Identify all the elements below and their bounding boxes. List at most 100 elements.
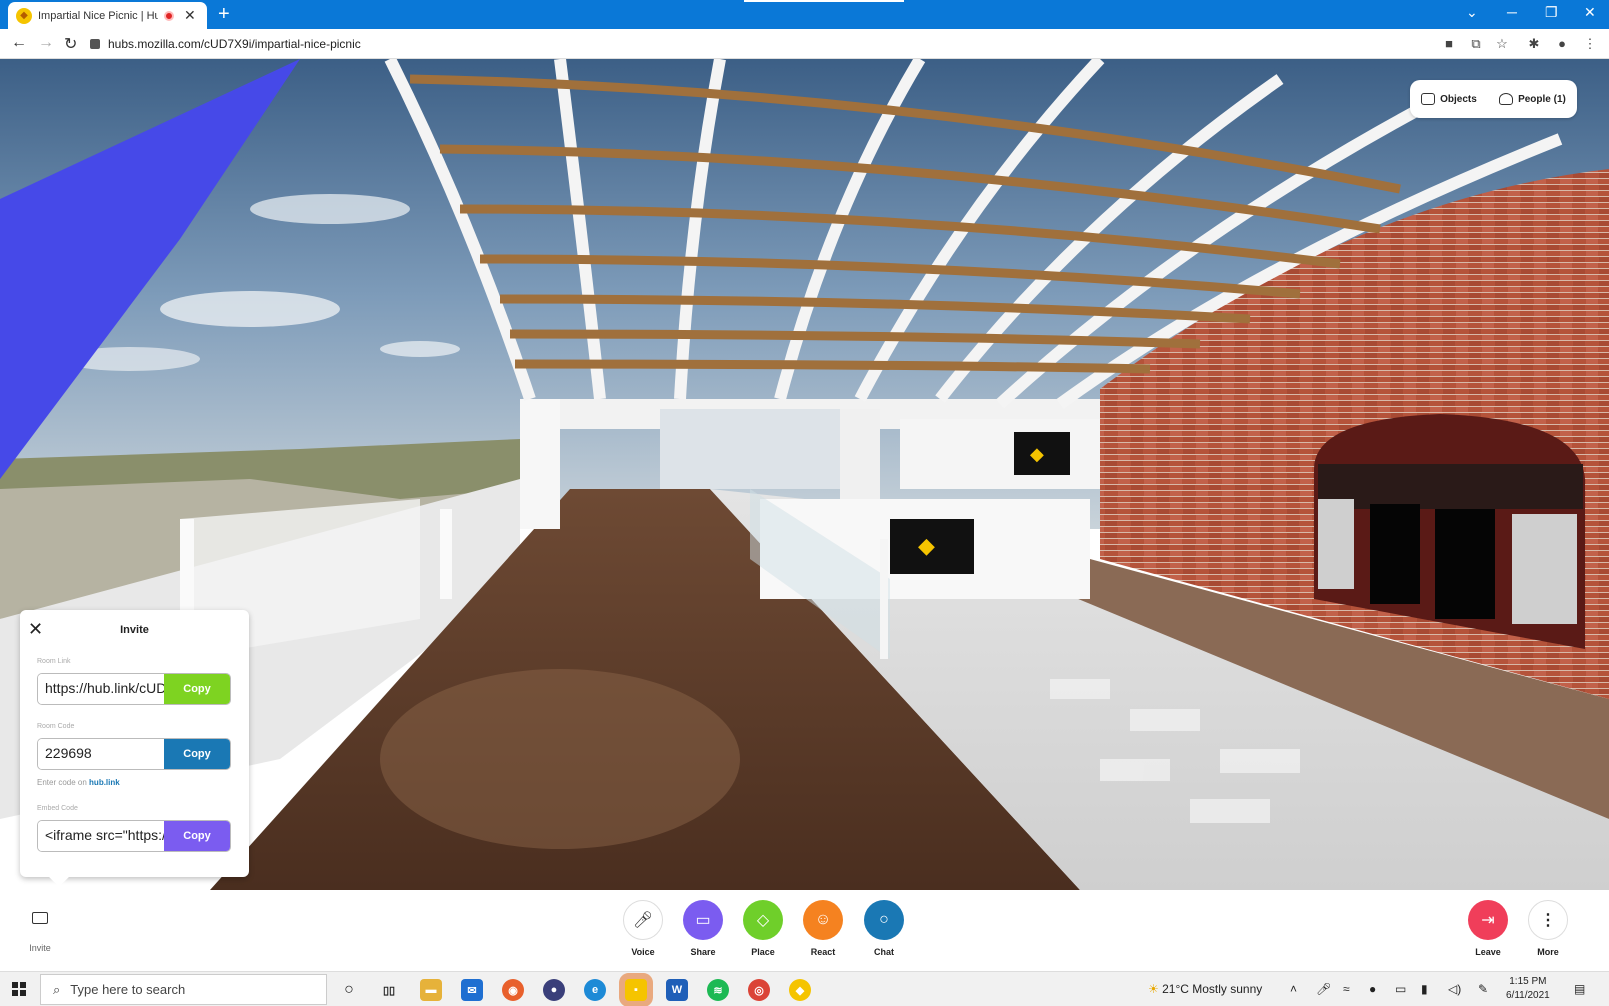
- taskbar-search[interactable]: ⌕ Type here to search: [40, 974, 327, 1005]
- taskbar-search-text[interactable]: Type here to search: [70, 982, 185, 997]
- svg-text:◆: ◆: [918, 533, 935, 558]
- room-code-input[interactable]: 229698: [38, 739, 164, 769]
- mail-icon[interactable]: ✉: [461, 979, 483, 1001]
- react-button[interactable]: ☺ React: [793, 900, 853, 957]
- tray-microphone-icon[interactable]: 🎤︎: [1316, 982, 1331, 996]
- envelope-icon: [32, 912, 48, 924]
- new-tab-button[interactable]: +: [218, 4, 230, 24]
- app-icon[interactable]: ●: [543, 979, 565, 1001]
- room-code-field: 229698 Copy: [37, 738, 231, 770]
- leave-button[interactable]: ⇥ Leave: [1458, 900, 1518, 957]
- windows-taskbar: ⌕ Type here to search ○ ▯▯ ▬ ✉ ◉ ● e ▪ W…: [0, 971, 1609, 1006]
- microphone-icon: 🎤︎: [623, 900, 663, 940]
- camera-icon[interactable]: ■: [1441, 36, 1457, 52]
- edge-icon[interactable]: e: [584, 979, 606, 1001]
- room-link-label: Room Link: [37, 658, 71, 665]
- task-view-icon[interactable]: ▯▯: [378, 979, 400, 1001]
- copy-room-code-button[interactable]: Copy: [164, 739, 230, 769]
- voice-button[interactable]: 🎤︎ Voice: [613, 900, 673, 957]
- firefox-icon[interactable]: ◉: [502, 979, 524, 1001]
- share-screen-icon: ▭: [683, 900, 723, 940]
- tray-volume-icon[interactable]: ◁): [1448, 982, 1461, 996]
- word-icon[interactable]: W: [666, 979, 688, 1001]
- room-link-field: https://hub.link/cUD7X9i Copy: [37, 673, 231, 705]
- hubs-app-icon[interactable]: ◆: [789, 979, 811, 1001]
- more-dots-icon: ⋮: [1528, 900, 1568, 940]
- objects-people-panel: Objects People (1): [1410, 80, 1577, 118]
- back-arrow-icon[interactable]: ←: [11, 34, 27, 52]
- room-code-hint: Enter code on hub.link: [37, 778, 120, 787]
- extensions-puzzle-icon[interactable]: ✱: [1526, 36, 1542, 52]
- tray-chevron-icon[interactable]: ˄: [1290, 982, 1297, 996]
- smiley-icon: ☺: [803, 900, 843, 940]
- tray-app-icon[interactable]: ●: [1369, 982, 1376, 996]
- place-label: Place: [751, 947, 775, 957]
- objects-icon: [1421, 93, 1436, 105]
- browser-tab[interactable]: ◆ Impartial Nice Picnic | Hubs ✕: [8, 2, 207, 29]
- tab-close-icon[interactable]: ✕: [184, 7, 196, 24]
- react-label: React: [810, 947, 836, 957]
- browser-tab-strip: ◆ Impartial Nice Picnic | Hubs ✕ + ⌄ ─ ❐…: [0, 0, 1609, 29]
- forward-arrow-icon[interactable]: →: [38, 34, 54, 52]
- weather-widget[interactable]: ☀ 21°C Mostly sunny: [1148, 982, 1262, 996]
- chat-button[interactable]: ○ Chat: [854, 900, 914, 957]
- weather-sun-icon: ☀: [1148, 982, 1159, 996]
- restore-button[interactable]: ❐: [1545, 4, 1558, 21]
- objects-label: Objects: [1440, 93, 1477, 105]
- copy-room-link-button[interactable]: Copy: [164, 674, 230, 704]
- share-button[interactable]: ▭ Share: [673, 900, 733, 957]
- people-button[interactable]: People (1): [1499, 93, 1566, 105]
- cube-icon: ◇: [743, 900, 783, 940]
- search-icon: ⌕: [53, 981, 61, 997]
- reload-icon[interactable]: ↻: [64, 34, 77, 54]
- chrome-icon[interactable]: ◎: [748, 979, 770, 1001]
- profile-avatar-icon[interactable]: ●: [1554, 36, 1570, 52]
- share-label: Share: [690, 947, 716, 957]
- recording-indicator-icon: [164, 10, 174, 21]
- voice-label: Voice: [631, 947, 655, 957]
- invite-panel: ✕ Invite Room Link https://hub.link/cUD7…: [20, 610, 249, 887]
- sticky-notes-icon[interactable]: ▪: [625, 979, 647, 1001]
- invite-button-label: Invite: [29, 943, 51, 953]
- embed-code-input[interactable]: <iframe src="https://hubs.mozilla.com: [38, 821, 164, 851]
- address-bar: ← → ↻ hubs.mozilla.com/cUD7X9i/impartial…: [0, 29, 1609, 59]
- url-text[interactable]: hubs.mozilla.com/cUD7X9i/impartial-nice-…: [108, 37, 361, 51]
- invite-title: Invite: [120, 624, 149, 636]
- invite-button[interactable]: Invite: [20, 912, 60, 953]
- tab-title: Impartial Nice Picnic | Hubs: [38, 9, 158, 22]
- tray-wifi-icon[interactable]: ≈: [1343, 982, 1350, 996]
- embed-code-field: <iframe src="https://hubs.mozilla.com Co…: [37, 820, 231, 852]
- tray-battery-icon[interactable]: ▮: [1421, 982, 1428, 996]
- window-close-button[interactable]: ✕: [1584, 4, 1596, 21]
- room-link-input[interactable]: https://hub.link/cUD7X9i: [38, 674, 164, 704]
- bookmark-star-icon[interactable]: ☆: [1494, 36, 1510, 52]
- taskbar-clock[interactable]: 1:15 PM 6/11/2021: [1506, 975, 1550, 1003]
- file-explorer-icon[interactable]: ▬: [420, 979, 442, 1001]
- hub-link[interactable]: hub.link: [89, 778, 120, 787]
- omnibox[interactable]: hubs.mozilla.com/cUD7X9i/impartial-nice-…: [90, 32, 1410, 56]
- spotify-icon[interactable]: ≋: [707, 979, 729, 1001]
- leave-label: Leave: [1475, 947, 1501, 957]
- clock-date: 6/11/2021: [1506, 990, 1550, 1001]
- people-label: People (1): [1518, 93, 1566, 105]
- weather-text: 21°C Mostly sunny: [1162, 982, 1263, 996]
- tab-drag-indicator: [744, 0, 904, 2]
- more-button[interactable]: ⋮ More: [1518, 900, 1578, 957]
- objects-button[interactable]: Objects: [1421, 93, 1477, 105]
- chat-bubble-icon: ○: [864, 900, 904, 940]
- open-external-icon[interactable]: ⧉: [1468, 36, 1484, 52]
- embed-code-label: Embed Code: [37, 805, 78, 812]
- cortana-icon[interactable]: ○: [338, 979, 360, 1001]
- room-code-label: Room Code: [37, 723, 75, 730]
- tray-pen-icon[interactable]: ✎: [1478, 982, 1488, 996]
- copy-embed-code-button[interactable]: Copy: [164, 821, 230, 851]
- tray-display-icon[interactable]: ▭: [1395, 982, 1406, 996]
- leave-door-icon: ⇥: [1468, 900, 1508, 940]
- minimize-button[interactable]: ─: [1507, 4, 1517, 20]
- browser-menu-icon[interactable]: ⋮: [1582, 36, 1598, 52]
- place-button[interactable]: ◇ Place: [733, 900, 793, 957]
- notifications-icon[interactable]: ▤: [1574, 982, 1585, 996]
- more-label: More: [1537, 947, 1559, 957]
- windows-start-icon[interactable]: [12, 982, 26, 996]
- tab-search-chevron-icon[interactable]: ⌄: [1466, 4, 1478, 21]
